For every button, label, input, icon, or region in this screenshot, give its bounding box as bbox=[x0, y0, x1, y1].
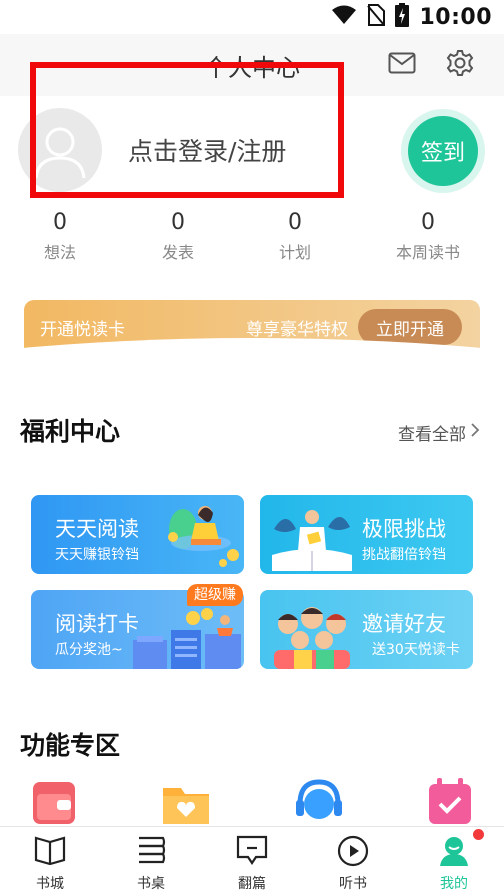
bookshelf-icon bbox=[135, 835, 167, 869]
signin-button[interactable]: 签到 bbox=[408, 116, 478, 186]
super-earn-badge: 超级赚 bbox=[187, 584, 243, 606]
stat-posts[interactable]: 0 发表 bbox=[138, 210, 218, 263]
bottom-nav: 书城 书桌 翻篇 听书 我的 bbox=[0, 826, 504, 896]
status-time: 10:00 bbox=[419, 4, 492, 30]
vip-curve-overlay bbox=[0, 338, 504, 396]
calendar-check-icon[interactable] bbox=[429, 778, 471, 828]
nav-audiobook[interactable]: 听书 bbox=[303, 827, 403, 896]
play-circle-icon bbox=[337, 835, 369, 871]
welfare-card-extreme-challenge[interactable]: 极限挑战 挑战翻倍铃铛 bbox=[260, 495, 473, 574]
stat-label: 发表 bbox=[161, 243, 194, 262]
nav-label: 听书 bbox=[339, 876, 367, 892]
card-title: 邀请好友 bbox=[362, 612, 446, 636]
nav-flip[interactable]: 翻篇 bbox=[202, 827, 302, 896]
stat-value: 0 bbox=[288, 210, 302, 235]
chevron-right-icon bbox=[470, 422, 480, 443]
welfare-card-daily-reading[interactable]: 天天阅读 天天赚银铃铛 bbox=[31, 495, 244, 574]
profile-section: 点击登录/注册 签到 0 想法 0 发表 0 计划 0 本周读书 bbox=[0, 62, 504, 276]
reading-girl-illustration bbox=[168, 506, 239, 567]
nav-label: 翻篇 bbox=[238, 876, 266, 892]
mail-icon[interactable] bbox=[388, 52, 416, 78]
card-title: 阅读打卡 bbox=[55, 612, 139, 636]
no-sim-icon bbox=[367, 4, 386, 30]
stat-label: 本周读书 bbox=[395, 243, 460, 262]
stat-label: 计划 bbox=[278, 243, 311, 262]
nav-bookshelf[interactable]: 书桌 bbox=[101, 827, 201, 896]
nav-label: 书桌 bbox=[137, 876, 165, 892]
friends-group-illustration bbox=[274, 607, 350, 669]
gear-icon[interactable] bbox=[446, 49, 474, 81]
welfare-title: 福利中心 bbox=[20, 417, 121, 446]
open-book-icon bbox=[34, 835, 66, 869]
card-subtitle: 挑战翻倍铃铛 bbox=[362, 547, 446, 563]
wallet-icon[interactable] bbox=[33, 780, 75, 828]
welfare-card-invite-friends[interactable]: 邀请好友 送30天悦读卡 bbox=[260, 590, 473, 669]
view-all-label: 查看全部 bbox=[398, 425, 466, 445]
card-subtitle: 送30天悦读卡 bbox=[372, 642, 460, 658]
card-title: 极限挑战 bbox=[362, 517, 446, 541]
folder-heart-icon[interactable] bbox=[163, 782, 209, 828]
highlight-box bbox=[30, 62, 344, 198]
stat-plans[interactable]: 0 计划 bbox=[255, 210, 335, 263]
battery-charging-icon bbox=[395, 3, 410, 31]
card-subtitle: 瓜分奖池~ bbox=[55, 642, 123, 658]
nav-bookstore[interactable]: 书城 bbox=[0, 827, 100, 896]
city-coins-illustration bbox=[133, 608, 241, 669]
chat-square-icon bbox=[236, 835, 268, 869]
stat-weekly-reading[interactable]: 0 本周读书 bbox=[386, 210, 470, 263]
notification-dot bbox=[473, 829, 484, 840]
card-title: 天天阅读 bbox=[55, 517, 139, 541]
profile-icon bbox=[438, 835, 470, 871]
stat-ideas[interactable]: 0 想法 bbox=[20, 210, 100, 263]
wifi-icon bbox=[331, 5, 357, 29]
nav-label: 书城 bbox=[36, 876, 64, 892]
stat-value: 0 bbox=[171, 210, 185, 235]
card-subtitle: 天天赚银铃铛 bbox=[55, 547, 139, 563]
headset-service-icon[interactable] bbox=[296, 778, 342, 828]
function-zone-title: 功能专区 bbox=[20, 731, 121, 760]
stat-label: 想法 bbox=[43, 243, 76, 262]
nav-mine[interactable]: 我的 bbox=[404, 827, 504, 896]
status-bar: 10:00 bbox=[0, 0, 504, 34]
stat-value: 0 bbox=[53, 210, 67, 235]
stat-value: 0 bbox=[421, 210, 435, 235]
nav-label: 我的 bbox=[440, 876, 468, 892]
view-all-link[interactable]: 查看全部 bbox=[398, 420, 480, 445]
scholar-book-illustration bbox=[272, 510, 352, 571]
